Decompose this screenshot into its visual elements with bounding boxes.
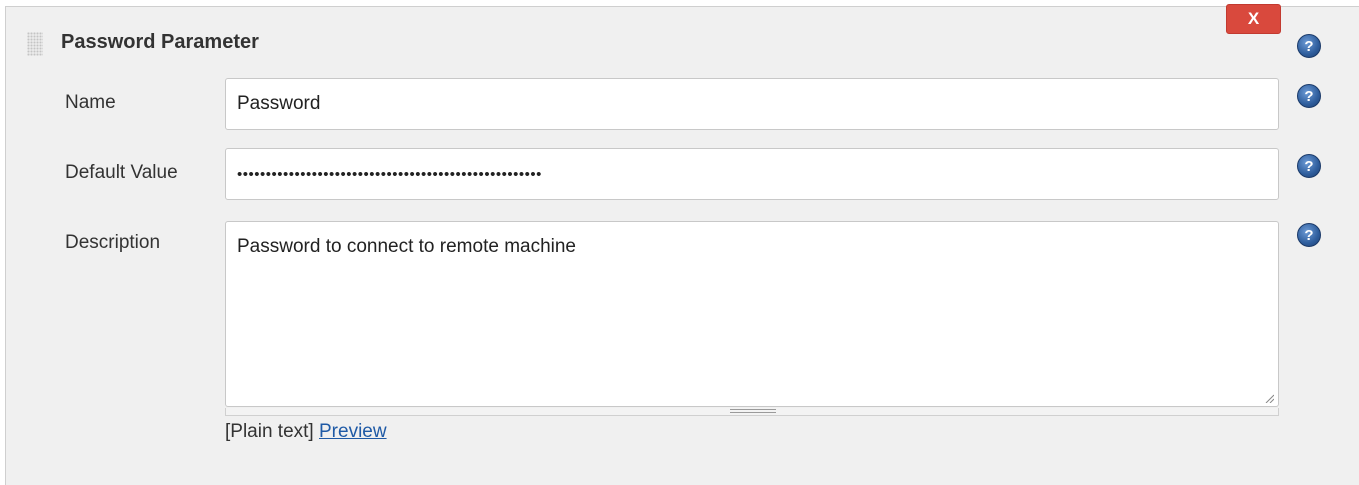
name-input[interactable]: Password [225, 78, 1279, 130]
help-icon[interactable]: ? [1297, 223, 1321, 247]
name-label: Name [65, 92, 116, 113]
delete-button[interactable]: X [1226, 4, 1281, 34]
markup-format-text: [Plain text] [225, 421, 314, 442]
markup-format-row: [Plain text] Preview [225, 421, 387, 443]
resize-grip-icon[interactable] [1264, 393, 1274, 403]
preview-link[interactable]: Preview [319, 421, 387, 442]
masked-password-value: ••••••••••••••••••••••••••••••••••••••••… [237, 165, 542, 183]
name-input-value: Password [237, 93, 321, 114]
resize-bar-grip-icon [730, 409, 776, 413]
help-icon[interactable]: ? [1297, 84, 1321, 108]
textarea-resize-bar[interactable] [225, 408, 1279, 416]
default-value-password-input[interactable]: ••••••••••••••••••••••••••••••••••••••••… [225, 148, 1279, 200]
default-value-label: Default Value [65, 162, 178, 183]
help-icon[interactable]: ? [1297, 154, 1321, 178]
description-label: Description [65, 232, 161, 253]
section-title: Password Parameter [61, 31, 259, 53]
help-icon[interactable]: ? [1297, 34, 1321, 58]
drag-handle-icon[interactable] [27, 32, 43, 56]
description-textarea[interactable]: Password to connect to remote machine [225, 221, 1279, 407]
description-text: Password to connect to remote machine [237, 236, 577, 257]
